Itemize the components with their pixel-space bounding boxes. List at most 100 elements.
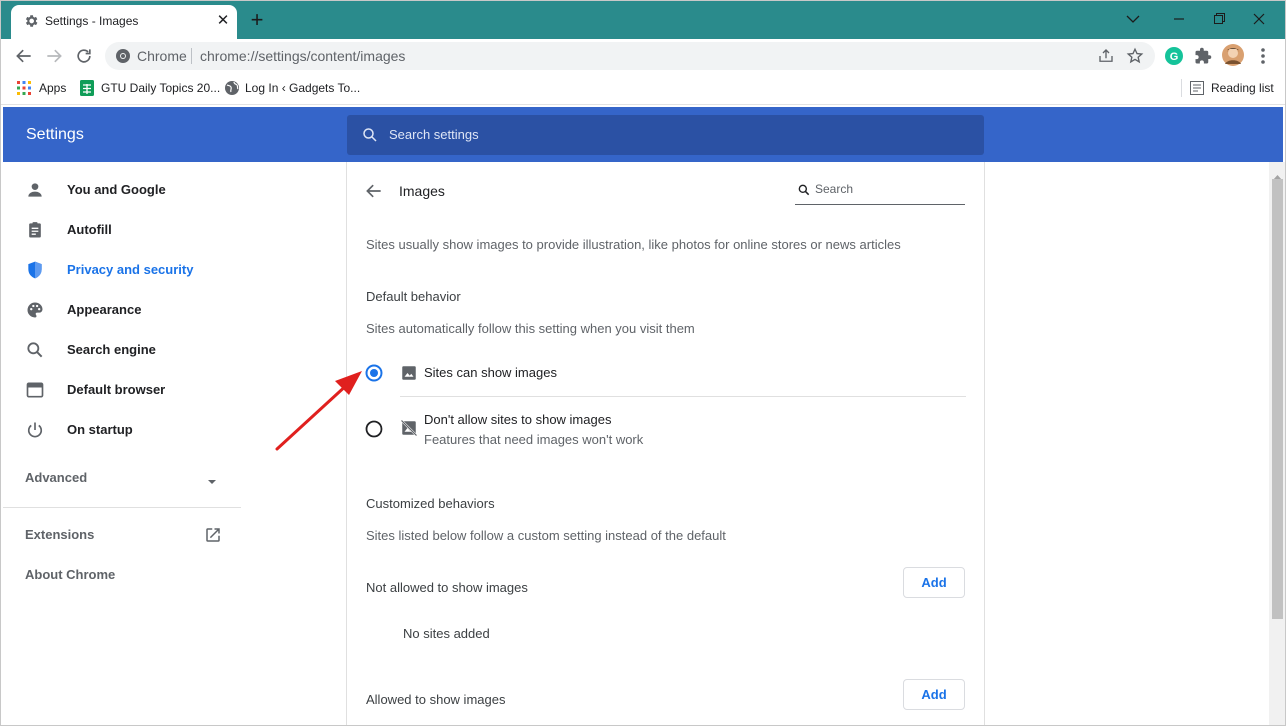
sidebar-item-extensions[interactable]: Extensions <box>1 520 241 550</box>
sidebar-item-search-engine[interactable]: Search engine <box>1 330 241 370</box>
allowed-label: Allowed to show images <box>366 692 506 707</box>
more-menu-icon[interactable] <box>1255 46 1271 71</box>
forward-arrow-icon[interactable] <box>43 46 65 71</box>
settings-header: Settings Search settings <box>3 107 1283 162</box>
browser-window: Settings - Images ✕ + Chrome chrome://se… <box>0 0 1286 726</box>
caret-down-icon <box>207 473 217 491</box>
sidebar-item-about-chrome[interactable]: About Chrome <box>1 560 241 590</box>
no-sites-message: No sites added <box>403 626 490 641</box>
new-tab-button[interactable]: + <box>245 9 269 33</box>
restore-icon[interactable] <box>1199 7 1239 31</box>
customized-behaviors-subtitle: Sites listed below follow a custom setti… <box>366 528 726 543</box>
back-arrow-icon[interactable] <box>13 46 35 71</box>
shield-icon <box>25 260 45 280</box>
back-arrow-icon[interactable] <box>364 181 384 206</box>
bookmark-gtu[interactable]: GTU Daily Topics 20... <box>79 73 220 103</box>
radio-option-block-images[interactable]: Don't allow sites to show images Feature… <box>361 406 967 454</box>
browser-icon <box>25 380 45 400</box>
reading-list-label: Reading list <box>1211 81 1274 95</box>
bookmarks-bar: Apps GTU Daily Topics 20... Log In ‹ Gad… <box>1 73 1285 105</box>
bookmark-apps[interactable]: Apps <box>15 73 75 103</box>
sidebar-item-label: Privacy and security <box>67 262 194 277</box>
page-title: Settings <box>26 126 84 143</box>
search-icon <box>361 126 379 149</box>
sidebar-item-label: On startup <box>67 422 133 437</box>
subpage-search-input[interactable]: Search <box>795 181 965 205</box>
minimize-icon[interactable] <box>1159 7 1199 31</box>
open-external-icon <box>204 526 222 549</box>
search-placeholder: Search settings <box>389 127 479 142</box>
images-settings-card: Images Search Sites usually show images … <box>346 162 985 725</box>
omnibox-separator <box>191 48 192 64</box>
default-behavior-subtitle: Sites automatically follow this setting … <box>366 321 695 336</box>
advanced-label: Advanced <box>25 470 88 485</box>
sidebar-item-label: Search engine <box>67 342 156 357</box>
tab-settings-images[interactable]: Settings - Images ✕ <box>11 5 237 39</box>
default-behavior-heading: Default behavior <box>366 289 461 304</box>
reading-list-icon <box>1190 81 1204 100</box>
search-icon <box>25 340 45 360</box>
annotation-arrow-icon <box>275 371 362 451</box>
sidebar-item-on-startup[interactable]: On startup <box>1 410 241 450</box>
omnibox-site-label: Chrome <box>137 48 187 64</box>
page-scrollbar[interactable] <box>1269 162 1285 725</box>
bookmark-label: GTU Daily Topics 20... <box>101 81 221 95</box>
avatar[interactable] <box>1222 44 1244 71</box>
option-divider <box>400 396 966 397</box>
power-icon <box>25 420 45 440</box>
globe-icon <box>224 80 240 101</box>
settings-search-input[interactable]: Search settings <box>347 115 984 155</box>
window-close-icon[interactable] <box>1239 7 1279 31</box>
sidebar-item-default-browser[interactable]: Default browser <box>1 370 241 410</box>
search-icon <box>797 183 811 202</box>
image-icon <box>400 364 418 387</box>
url-text[interactable]: chrome://settings/content/images <box>200 48 405 64</box>
images-description: Sites usually show images to provide ill… <box>366 237 901 252</box>
not-allowed-label: Not allowed to show images <box>366 580 528 595</box>
clipboard-icon <box>25 220 45 240</box>
bookmark-star-icon[interactable] <box>1126 47 1144 70</box>
extensions-label: Extensions <box>25 527 95 542</box>
option-label: Don't allow sites to show images <box>424 412 612 427</box>
sidebar-item-appearance[interactable]: Appearance <box>1 290 241 330</box>
palette-icon <box>25 300 45 320</box>
address-bar[interactable]: Chrome chrome://settings/content/images <box>105 42 1155 70</box>
image-off-icon <box>400 419 418 442</box>
sidebar-item-you-and-google[interactable]: You and Google <box>1 170 241 210</box>
svg-text:G: G <box>1170 51 1179 63</box>
tab-title: Settings - Images <box>45 14 139 28</box>
reload-icon[interactable] <box>73 46 95 71</box>
sidebar-item-privacy-and-security[interactable]: Privacy and security <box>1 250 241 290</box>
radio-option-show-images[interactable]: Sites can show images <box>361 356 967 396</box>
subpage-title: Images <box>399 183 445 199</box>
sidebar-item-label: Appearance <box>67 302 142 317</box>
gear-icon <box>23 13 39 29</box>
sidebar-item-label: You and Google <box>67 182 166 197</box>
grammarly-icon[interactable]: G <box>1165 47 1183 70</box>
add-allowed-button[interactable]: Add <box>903 679 965 710</box>
customized-behaviors-heading: Customized behaviors <box>366 496 495 511</box>
add-not-allowed-button[interactable]: Add <box>903 567 965 598</box>
sidebar-divider <box>3 507 241 508</box>
tab-search-chevron-icon[interactable] <box>1113 7 1153 31</box>
sidebar-item-autofill[interactable]: Autofill <box>1 210 241 250</box>
chrome-logo-icon <box>115 48 131 69</box>
sheets-icon <box>80 80 94 101</box>
person-icon <box>25 180 45 200</box>
option-label: Sites can show images <box>424 365 557 380</box>
tab-close-icon[interactable]: ✕ <box>213 11 233 31</box>
sidebar-advanced-toggle[interactable]: Advanced <box>1 463 241 493</box>
about-label: About Chrome <box>25 567 116 582</box>
apps-grid-icon <box>17 81 31 100</box>
browser-toolbar: Chrome chrome://settings/content/images … <box>1 39 1285 73</box>
share-icon[interactable] <box>1097 47 1115 70</box>
extensions-puzzle-icon[interactable] <box>1194 47 1212 70</box>
option-sublabel: Features that need images won't work <box>424 432 644 447</box>
bookmarks-separator <box>1181 79 1182 97</box>
bookmark-login[interactable]: Log In ‹ Gadgets To... <box>223 73 360 103</box>
reading-list-button[interactable]: Reading list <box>1189 73 1281 103</box>
search-placeholder: Search <box>815 182 854 196</box>
title-bar: Settings - Images ✕ + <box>1 1 1285 39</box>
bookmark-label: Apps <box>39 81 67 95</box>
scrollbar-thumb[interactable] <box>1272 179 1283 619</box>
